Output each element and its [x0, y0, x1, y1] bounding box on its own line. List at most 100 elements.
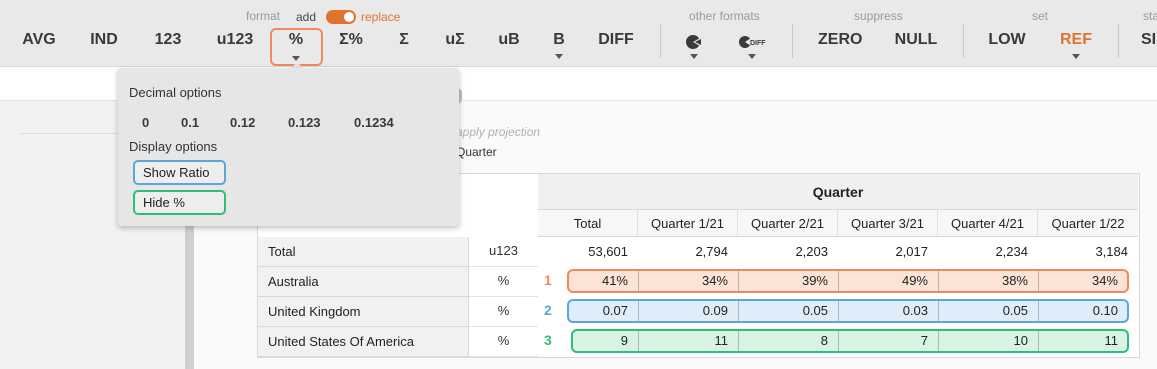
table-cell: 41%	[601, 273, 628, 288]
sum-button[interactable]: Σ	[397, 31, 411, 53]
row-marker-2: 2	[544, 302, 552, 318]
decimal-option-0[interactable]: 0	[142, 115, 149, 130]
row-format-australia[interactable]: %	[469, 267, 538, 297]
table-cell: 0.10	[1092, 303, 1118, 318]
table-cell: 2,234	[995, 244, 1028, 259]
cell-divider	[638, 301, 639, 321]
b-caret-icon[interactable]	[555, 54, 563, 59]
row-label-united-kingdom[interactable]: United Kingdom	[258, 297, 469, 327]
avg-button[interactable]: AVG	[20, 31, 58, 53]
123-button[interactable]: 123	[153, 31, 183, 53]
table-cell: 49%	[901, 273, 928, 288]
column-header-q2-21[interactable]: Quarter 2/21	[738, 210, 838, 237]
sum-percent-button[interactable]: Σ%	[338, 31, 364, 53]
mode-replace-label: replace	[361, 10, 401, 24]
decimal-option-3[interactable]: 0.123	[288, 115, 321, 130]
cell-divider	[1038, 301, 1039, 321]
table-cell: 11	[714, 333, 729, 348]
cell-divider	[838, 301, 839, 321]
decimal-option-1[interactable]: 0.1	[181, 115, 199, 130]
u-sum-button[interactable]: uΣ	[444, 31, 466, 53]
mode-add-label: add	[296, 10, 317, 24]
app-root: format add replace other formats suppres…	[0, 0, 1157, 369]
pie-sig-caret-icon[interactable]	[690, 54, 698, 59]
quarter-label-behind: Quarter	[456, 145, 497, 159]
toolbar-separator	[1118, 24, 1119, 58]
table-cell: 34%	[701, 273, 728, 288]
zero-button[interactable]: ZERO	[818, 31, 862, 53]
row-label-total[interactable]: Total	[258, 237, 469, 267]
toolbar-separator	[792, 24, 793, 58]
b-button[interactable]: B	[552, 31, 566, 53]
table-cell: 39%	[801, 273, 828, 288]
cell-divider	[938, 301, 939, 321]
apply-projection-hint: apply projection	[456, 125, 541, 139]
row-format-united-kingdom[interactable]: %	[469, 297, 538, 327]
pie-diff-text: DIFF	[750, 40, 766, 47]
cell-divider	[838, 331, 839, 351]
pie-diff-caret-icon[interactable]	[748, 54, 756, 59]
toggle-knob	[344, 12, 354, 22]
column-header-total[interactable]: Total	[538, 210, 638, 237]
table-cell: 8	[820, 333, 828, 348]
row-format-total[interactable]: u123	[469, 237, 538, 267]
decimal-option-4[interactable]: 0.1234	[354, 115, 394, 130]
table-cell: 11	[1104, 333, 1119, 348]
row-marker-1: 1	[544, 272, 552, 288]
table-cell: 34%	[1091, 273, 1118, 288]
null-button[interactable]: NULL	[894, 31, 938, 53]
table-cell: 0.07	[602, 303, 628, 318]
table-cell: 3,184	[1095, 244, 1128, 259]
column-header-q4-21[interactable]: Quarter 4/21	[938, 210, 1038, 237]
ub-button[interactable]: uB	[498, 31, 520, 53]
low-button[interactable]: LOW	[988, 31, 1026, 53]
pie-diff-icon[interactable]: DIFF	[738, 33, 768, 51]
group-label-suppress: suppress	[854, 9, 903, 23]
table-cell: 0.09	[702, 303, 728, 318]
percent-button[interactable]: %	[286, 31, 306, 53]
toolbar-separator	[963, 24, 964, 58]
group-label-stats: sta	[1143, 9, 1157, 23]
cell-divider	[738, 301, 739, 321]
decimal-option-2[interactable]: 0.12	[230, 115, 255, 130]
cell-divider	[638, 331, 639, 351]
row-label-australia[interactable]: Australia	[258, 267, 469, 297]
display-options-title: Display options	[129, 139, 218, 154]
ref-button[interactable]: REF	[1060, 31, 1092, 53]
ind-button[interactable]: IND	[86, 31, 122, 53]
table-cell: 0.05	[1002, 303, 1028, 318]
row-label-usa[interactable]: United States Of America	[258, 327, 469, 357]
table-cell: 53,601	[588, 244, 628, 259]
cell-divider	[638, 271, 639, 291]
hide-percent-button[interactable]: Hide %	[133, 190, 226, 215]
table-cell: 2,794	[695, 244, 728, 259]
group-label-format: format	[246, 9, 281, 23]
column-header-q3-21[interactable]: Quarter 3/21	[838, 210, 938, 237]
cell-divider	[938, 271, 939, 291]
table-cell: 2,017	[895, 244, 928, 259]
table-cell: 10	[1013, 333, 1028, 348]
diff-button[interactable]: DIFF	[598, 31, 634, 53]
cell-divider	[1038, 271, 1039, 291]
ref-caret-icon[interactable]	[1072, 54, 1080, 59]
toolbar-separator	[660, 24, 661, 58]
u123-button[interactable]: u123	[215, 31, 255, 53]
table-cell: 2,203	[795, 244, 828, 259]
si-button[interactable]: SI	[1140, 31, 1157, 53]
group-label-other-formats: other formats	[689, 9, 760, 23]
cell-divider	[938, 331, 939, 351]
percent-caret-icon[interactable]	[292, 56, 300, 61]
pie-sig-icon[interactable]	[684, 33, 706, 51]
mode-toggle[interactable]	[326, 10, 356, 24]
cell-divider	[838, 271, 839, 291]
column-header-q1-21[interactable]: Quarter 1/21	[638, 210, 738, 237]
table-cell: 38%	[1001, 273, 1028, 288]
decimal-options-title: Decimal options	[129, 85, 222, 100]
column-header-q1-22[interactable]: Quarter 1/22	[1038, 210, 1138, 237]
show-ratio-button[interactable]: Show Ratio	[133, 160, 226, 185]
toolbar: format add replace other formats suppres…	[0, 0, 1157, 67]
left-header-strip	[0, 67, 120, 101]
row-format-usa[interactable]: %	[469, 327, 538, 357]
quarter-group-header: Quarter	[538, 174, 1138, 210]
table-cell: 9	[620, 333, 628, 348]
